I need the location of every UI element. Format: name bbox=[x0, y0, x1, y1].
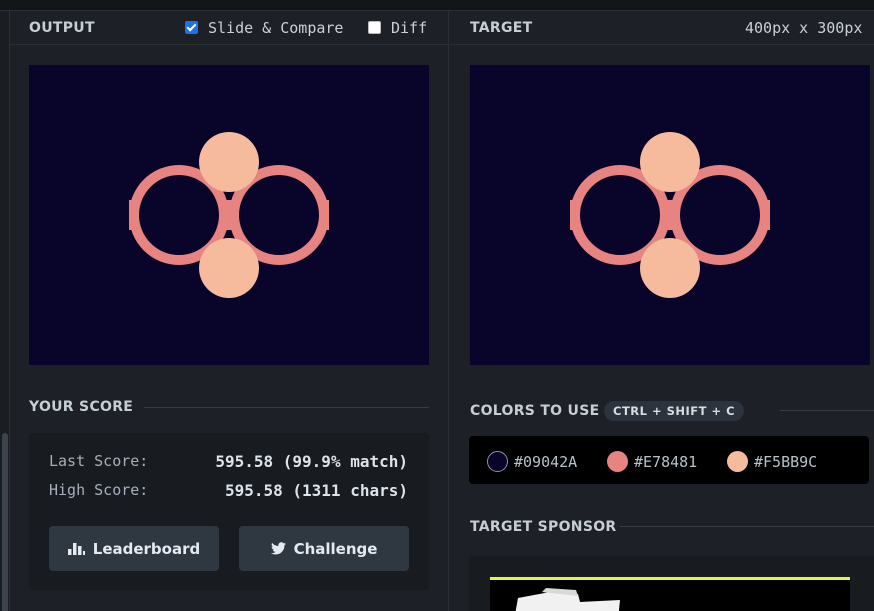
output-header: OUTPUT Slide & Compare Diff bbox=[10, 11, 448, 45]
target-dimensions: 400px x 300px bbox=[745, 19, 863, 37]
color-swatches: #09042A #E78481 #F5BB9C bbox=[469, 436, 869, 484]
score-title: YOUR SCORE bbox=[29, 399, 134, 415]
output-canvas[interactable] bbox=[29, 65, 429, 365]
swatch-hex: #E78481 bbox=[634, 452, 698, 471]
high-score-label: High Score: bbox=[49, 481, 149, 499]
swatch-dot bbox=[727, 451, 748, 472]
target-canvas bbox=[470, 65, 870, 365]
colors-divider bbox=[780, 410, 874, 411]
challenge-label: Challenge bbox=[293, 539, 378, 558]
score-divider bbox=[144, 407, 429, 408]
high-score-value: 595.58 (1311 chars) bbox=[224, 481, 408, 500]
sponsor-image[interactable] bbox=[490, 577, 850, 611]
last-score-label: Last Score: bbox=[49, 452, 149, 470]
challenge-button[interactable]: Challenge bbox=[239, 526, 409, 571]
sponsor-title: TARGET SPONSOR bbox=[470, 519, 617, 535]
target-shape bbox=[570, 132, 770, 298]
output-panel: OUTPUT Slide & Compare Diff YOUR SCORE L… bbox=[10, 11, 449, 611]
slide-compare-checkbox[interactable] bbox=[185, 21, 198, 34]
swatch-peach[interactable]: #F5BB9C bbox=[727, 451, 817, 472]
copy-colors-shortcut: CTRL + SHIFT + C bbox=[604, 401, 745, 421]
scrollbar-thumb[interactable] bbox=[2, 433, 8, 611]
leaderboard-button[interactable]: Leaderboard bbox=[49, 526, 219, 571]
leaderboard-label: Leaderboard bbox=[92, 539, 201, 558]
slide-compare-label[interactable]: Slide & Compare bbox=[208, 19, 343, 37]
swatch-dot bbox=[487, 451, 508, 472]
colors-title: COLORS TO USE bbox=[470, 403, 600, 419]
twitter-icon bbox=[270, 542, 286, 555]
swatch-hex: #F5BB9C bbox=[754, 452, 818, 471]
swatch-dark[interactable]: #09042A bbox=[487, 451, 577, 472]
diff-checkbox[interactable] bbox=[368, 21, 381, 34]
score-card: Last Score: 595.58 (99.9% match) High Sc… bbox=[29, 433, 429, 590]
swatch-dot bbox=[607, 451, 628, 472]
editor-scroll-rail bbox=[0, 11, 10, 611]
diff-label[interactable]: Diff bbox=[391, 19, 427, 37]
swatch-hex: #09042A bbox=[514, 452, 578, 471]
sponsor-divider bbox=[620, 526, 874, 527]
output-shape bbox=[129, 132, 329, 298]
last-score-value: 595.58 (99.9% match) bbox=[215, 452, 408, 471]
output-title: OUTPUT bbox=[29, 20, 95, 36]
sponsor-card[interactable] bbox=[469, 556, 874, 611]
sponsor-graphic bbox=[515, 588, 620, 611]
swatch-coral[interactable]: #E78481 bbox=[607, 451, 697, 472]
bar-chart-icon bbox=[67, 543, 85, 555]
target-header: TARGET 400px x 300px bbox=[450, 11, 874, 45]
target-title: TARGET bbox=[470, 20, 533, 36]
target-panel: TARGET 400px x 300px COLORS TO USE CTRL … bbox=[450, 11, 874, 611]
top-bar bbox=[0, 0, 874, 11]
